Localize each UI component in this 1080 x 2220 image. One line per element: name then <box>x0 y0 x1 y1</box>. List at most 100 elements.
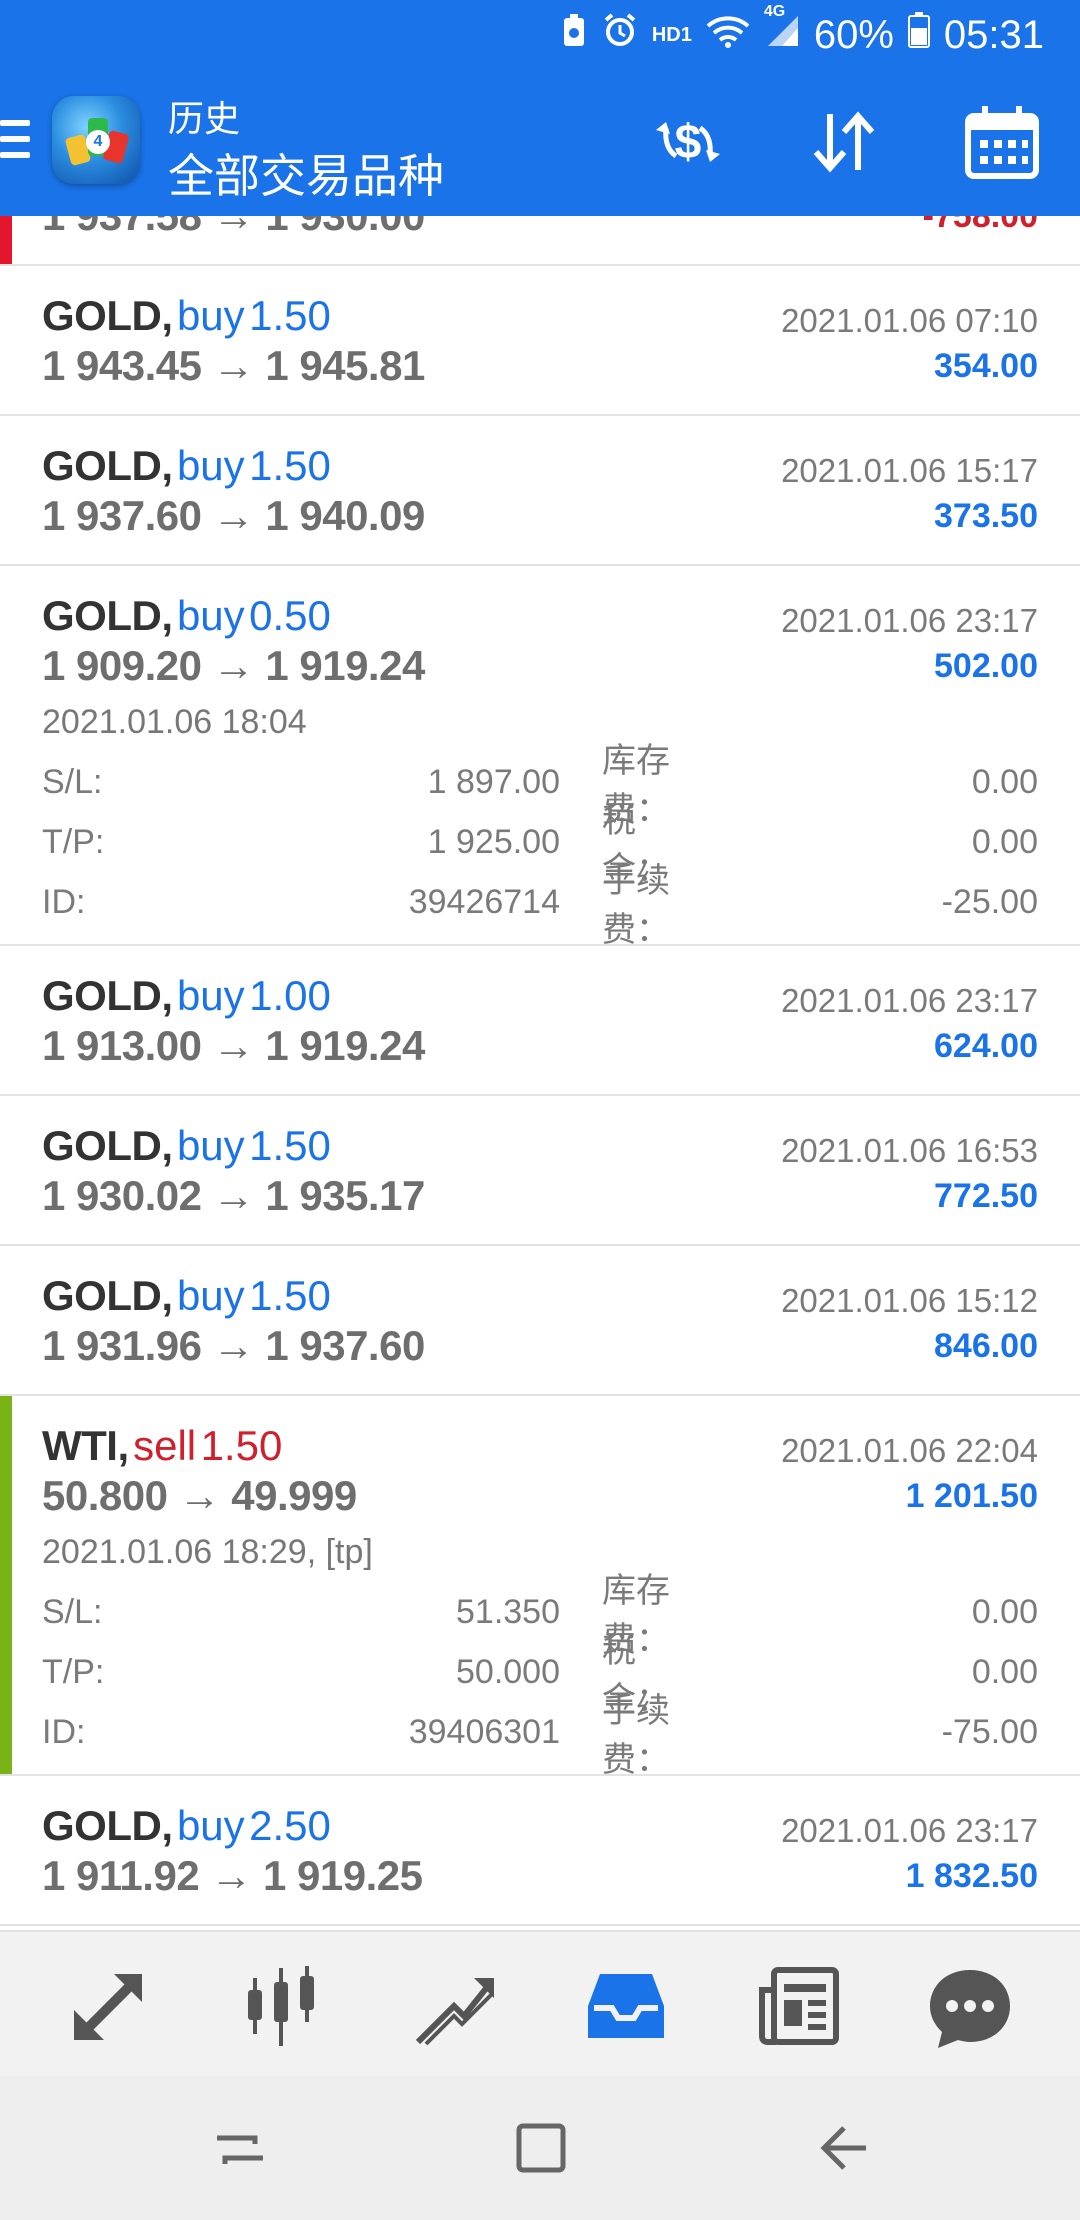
trade-profit: 772.50 <box>934 1176 1038 1215</box>
quotes-icon[interactable] <box>60 1956 160 2056</box>
trade-volume: 0.50 <box>249 592 331 639</box>
trade-volume: 1.50 <box>249 1122 331 1169</box>
open-time: 2021.01.06 18:29, [tp] <box>42 1532 373 1571</box>
alarm-icon <box>602 12 638 58</box>
balance-icon[interactable]: $ <box>646 100 730 184</box>
recycle-icon <box>560 13 588 58</box>
fee-label: 手续费： <box>602 862 670 949</box>
trade-profit: 502.00 <box>934 646 1038 685</box>
fee-label: 手续费： <box>602 1692 670 1779</box>
tp-value: 50.000 <box>456 1652 560 1691</box>
menu-icon[interactable] <box>0 120 30 164</box>
swap-value: 0.00 <box>971 1592 1038 1631</box>
recent-apps-icon[interactable] <box>205 2118 275 2178</box>
sl-value: 51.350 <box>456 1592 560 1631</box>
trade-symbol: GOLD, <box>42 292 173 339</box>
calendar-icon[interactable] <box>960 100 1044 184</box>
trade-symbol: GOLD, <box>42 972 173 1019</box>
close-time: 2021.01.06 07:10 <box>781 302 1038 339</box>
app-bar: 4 历史 全部交易品种 $ <box>0 70 1080 216</box>
trade-prices: 1 913.00 → 1 919.24 <box>42 1022 425 1069</box>
home-icon[interactable] <box>505 2118 575 2178</box>
trade-symbol: GOLD, <box>42 1272 173 1319</box>
tp-label: T/P: <box>42 1652 105 1691</box>
history-list[interactable]: GOLD, buy 1.502021.01.06 15:301 937.58 →… <box>0 216 1080 1930</box>
cell-signal-icon: 4G <box>764 3 800 58</box>
trade-direction: buy <box>176 1122 245 1169</box>
swap-value: 0.00 <box>971 762 1038 801</box>
trade-symbol: GOLD, <box>42 442 173 489</box>
trade-direction: sell <box>133 1422 197 1469</box>
trade-direction: buy <box>176 1272 245 1319</box>
trade-row[interactable]: WTI, sell 1.50 2021.01.06 22:04 50.800 → 4… <box>0 1396 1080 1779</box>
trade-prices: 1 930.02 → 1 935.17 <box>42 1172 425 1219</box>
trade-row[interactable]: GOLD, buy 1.50 2021.01.06 16:53 1 930.02 →… <box>0 1096 1080 1246</box>
sl-value: 1 897.00 <box>427 762 560 801</box>
back-icon[interactable] <box>810 2118 880 2178</box>
chart-icon[interactable] <box>232 1956 332 2056</box>
open-time: 2021.01.06 18:04 <box>42 702 307 741</box>
trade-volume: 1.50 <box>249 1272 331 1319</box>
system-nav <box>0 2076 1080 2220</box>
id-value: 39426714 <box>408 882 560 921</box>
battery-icon <box>907 12 930 58</box>
close-time: 2021.01.06 15:17 <box>781 452 1038 489</box>
tp-value: 1 925.00 <box>427 822 560 861</box>
close-time: 2021.01.06 23:17 <box>781 982 1038 1019</box>
status-bar: HD1 4G 60% 05:31 <box>0 0 1080 70</box>
trade-row[interactable]: GOLD, buy 1.50 2021.01.06 07:10 1 943.45 →… <box>0 266 1080 416</box>
tax-value: 0.00 <box>971 1652 1038 1691</box>
close-time: 2021.01.06 22:04 <box>781 1432 1038 1469</box>
trade-symbol: WTI, <box>42 1422 129 1469</box>
svg-text:$: $ <box>675 116 702 169</box>
sort-icon[interactable] <box>802 100 886 184</box>
id-label: ID: <box>42 1712 86 1751</box>
trade-volume: 1.50 <box>249 442 331 489</box>
close-time: 2021.01.06 15:12 <box>781 1282 1038 1319</box>
trade-row[interactable]: GOLD, buy 2.50 2021.01.06 23:17 1 911.92 →… <box>0 1776 1080 1926</box>
trade-symbol: GOLD, <box>42 592 173 639</box>
trade-details: S/L: 1 897.00 库存费： 0.00 T/P: 1 925.00 税金： 0.00 I… <box>42 742 1038 949</box>
trade-profit: 1 832.50 <box>905 1856 1038 1895</box>
clock: 05:31 <box>943 12 1044 57</box>
trade-profit: -758.00 <box>923 216 1038 236</box>
trade-profit: 1 201.50 <box>905 1476 1038 1515</box>
trade-profit: 846.00 <box>934 1326 1038 1365</box>
trade-row[interactable]: GOLD, buy 1.502021.01.06 15:301 937.58 →… <box>0 216 1080 266</box>
trade-direction: buy <box>176 592 245 639</box>
history-icon[interactable] <box>576 1956 676 2056</box>
trade-volume: 1.50 <box>249 292 331 339</box>
bottom-nav <box>0 1930 1080 2076</box>
trade-icon[interactable] <box>404 1956 504 2056</box>
chat-icon[interactable] <box>920 1956 1020 2056</box>
close-time: 2021.01.06 23:17 <box>781 1812 1038 1849</box>
trade-profit: 354.00 <box>934 346 1038 385</box>
trade-prices: 1 931.96 → 1 937.60 <box>42 1322 425 1369</box>
symbol-filter[interactable]: 全部交易品种 <box>168 140 444 206</box>
close-time: 2021.01.06 16:53 <box>781 1132 1038 1169</box>
trade-volume: 1.50 <box>200 1422 283 1469</box>
trade-row[interactable]: GOLD, buy 0.50 2021.01.06 23:17 1 909.20 →… <box>0 566 1080 949</box>
trade-row[interactable]: GOLD, buy 1.50 2021.01.06 15:17 1 937.60 →… <box>0 416 1080 566</box>
id-value: 39406301 <box>408 1712 560 1751</box>
sl-label: S/L: <box>42 1592 103 1631</box>
news-icon[interactable] <box>750 1956 850 2056</box>
page-title: 历史 <box>168 98 241 139</box>
trade-prices: 1 909.20 → 1 919.24 <box>42 642 425 689</box>
tax-value: 0.00 <box>971 822 1038 861</box>
trade-row[interactable]: GOLD, buy 1.50 2021.01.06 15:12 1 931.96 →… <box>0 1246 1080 1396</box>
hd-icon: HD1 <box>651 23 692 46</box>
wifi-icon <box>706 13 750 58</box>
trade-prices: 1 943.45 → 1 945.81 <box>42 342 425 389</box>
fee-value: -75.00 <box>941 1712 1038 1751</box>
fee-value: -25.00 <box>941 882 1038 921</box>
trade-symbol: GOLD, <box>42 1122 173 1169</box>
trade-volume: 1.00 <box>249 972 331 1019</box>
trade-volume: 2.50 <box>249 1802 331 1849</box>
trade-prices: 1 937.60 → 1 940.09 <box>42 492 425 539</box>
trade-row[interactable]: GOLD, buy 1.00 2021.01.06 23:17 1 913.00 →… <box>0 946 1080 1096</box>
metatrader-logo-icon: 4 <box>52 96 140 184</box>
trade-direction: buy <box>176 442 245 489</box>
trade-direction: buy <box>176 1802 245 1849</box>
trade-direction: buy <box>176 292 245 339</box>
